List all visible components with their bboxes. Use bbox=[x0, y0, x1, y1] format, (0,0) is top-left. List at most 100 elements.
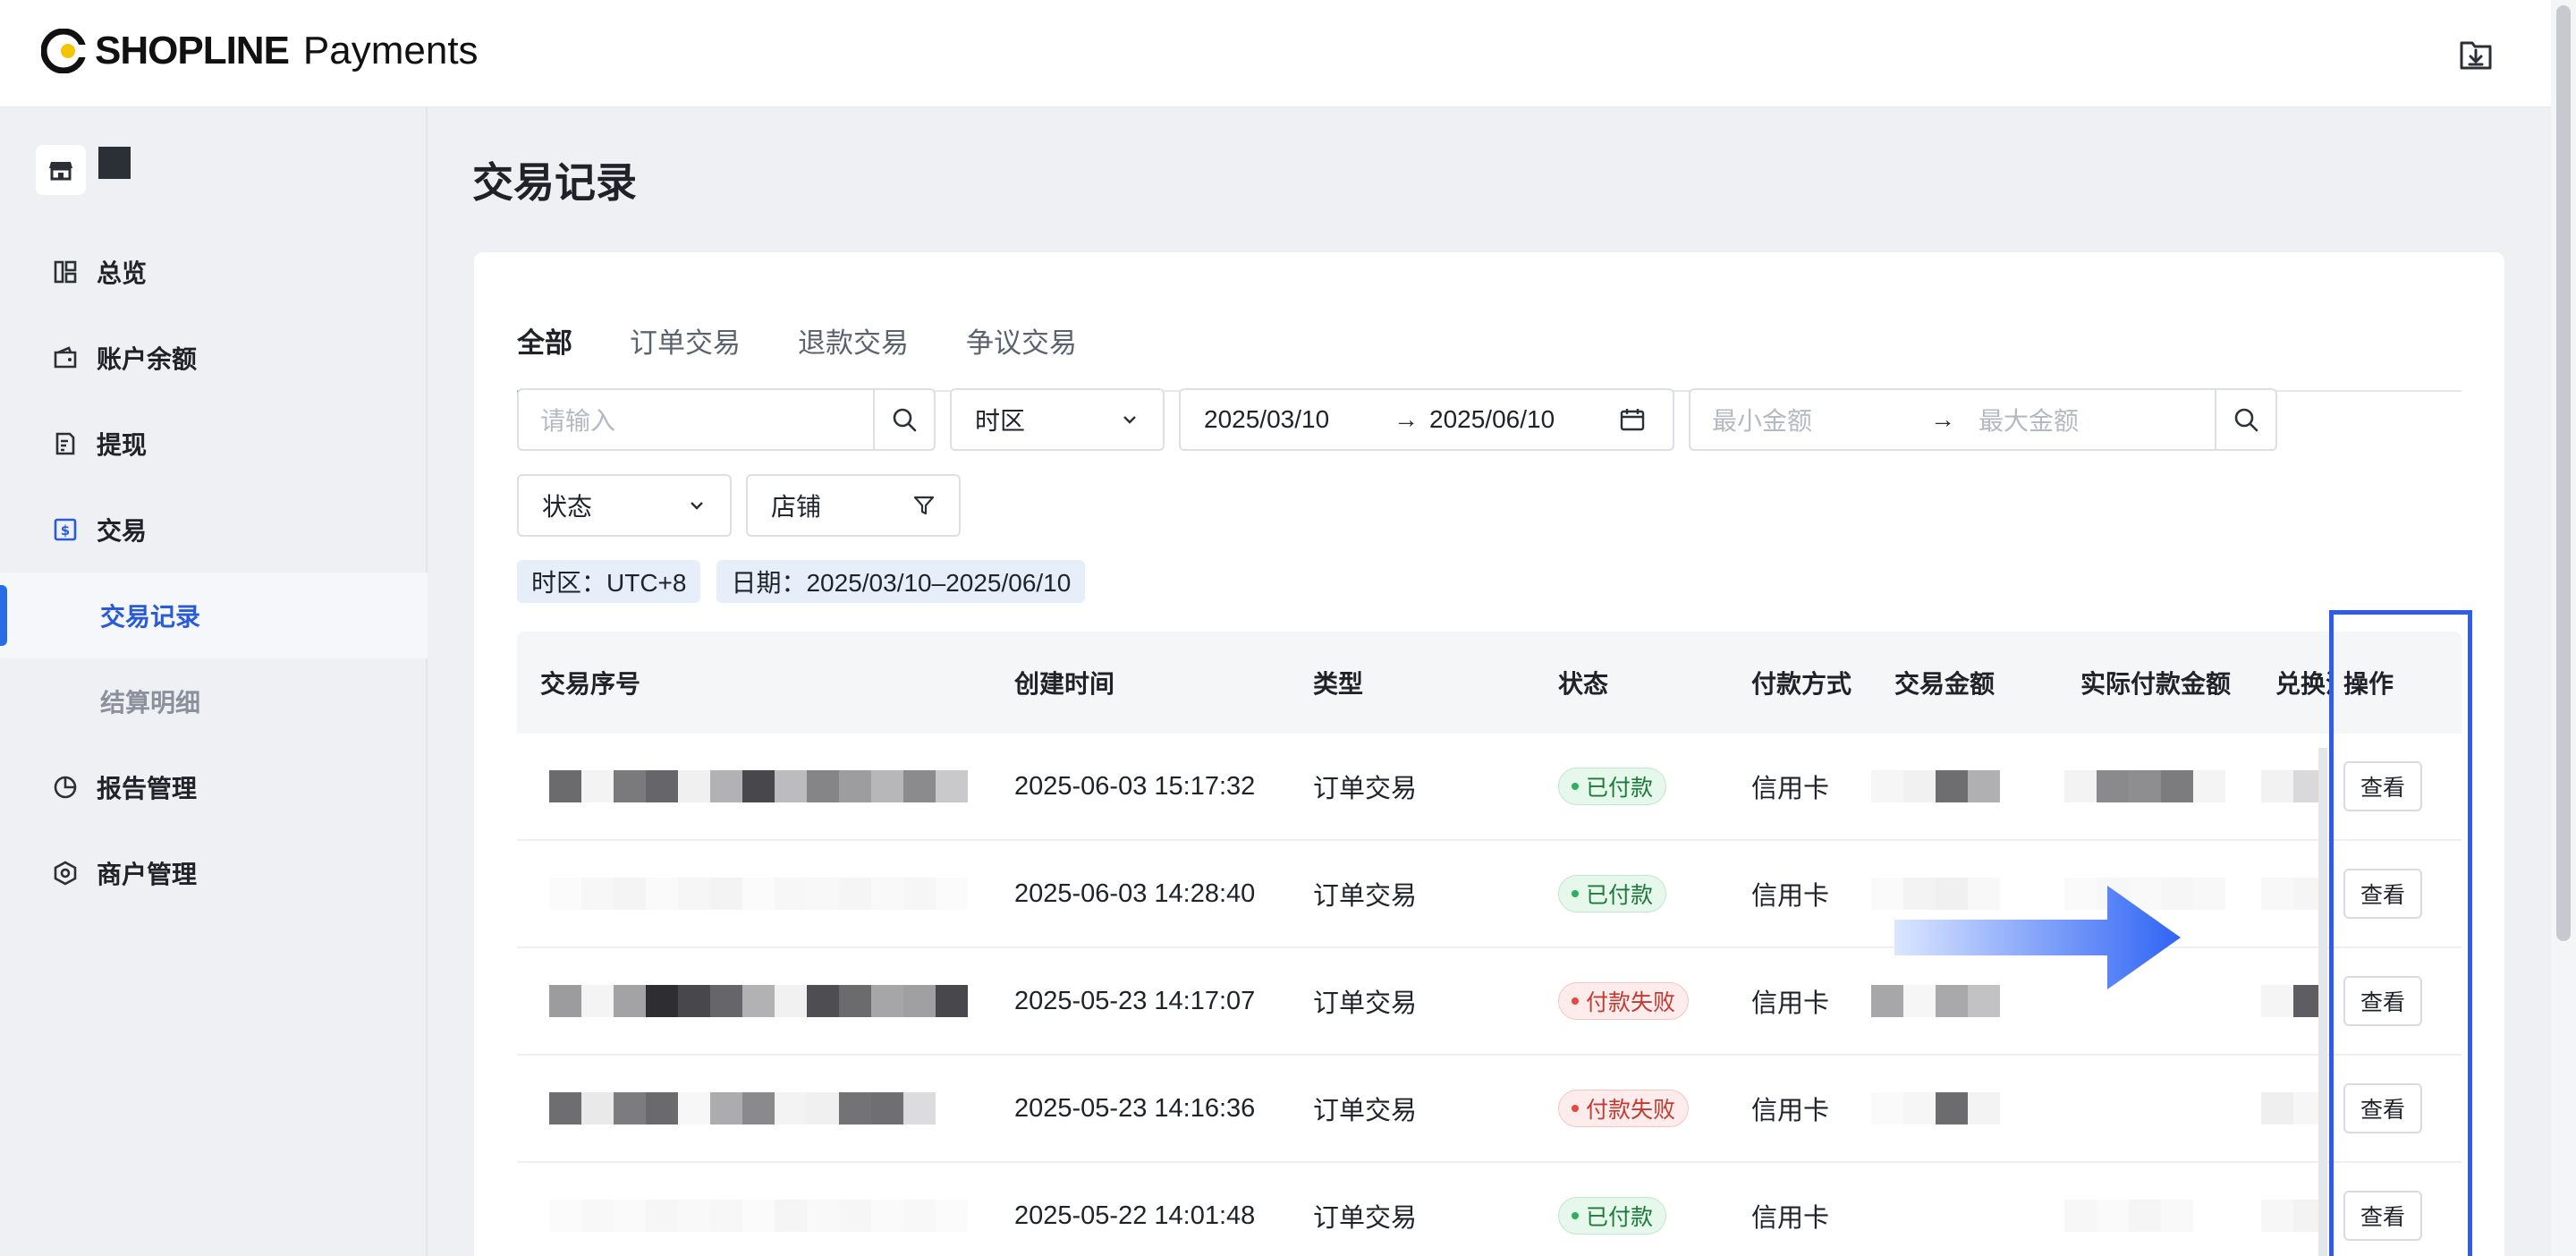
status-badge: 已付款 bbox=[1558, 1197, 1667, 1235]
search-field: 请输入 bbox=[517, 388, 936, 451]
sidebar-item-balance[interactable]: 账户余额 bbox=[0, 315, 428, 401]
tab-order-transactions[interactable]: 订单交易 bbox=[630, 284, 741, 392]
shopline-logo[interactable]: SHOPLINE Payments bbox=[41, 29, 479, 73]
sidebar-item-label: 结算明细 bbox=[100, 689, 201, 717]
amount-search-button[interactable] bbox=[2216, 390, 2275, 449]
max-amount-input[interactable]: 最大金额 bbox=[1979, 402, 2079, 437]
transaction-type: 订单交易 bbox=[1313, 775, 1418, 803]
timezone-select[interactable]: 时区 bbox=[950, 388, 1165, 451]
filter-chip-timezone[interactable]: 时区：UTC+8 bbox=[517, 560, 701, 603]
tab-refund-transactions[interactable]: 退款交易 bbox=[798, 284, 909, 392]
tab-all[interactable]: 全部 bbox=[517, 284, 572, 394]
serial-redacted bbox=[549, 985, 991, 1017]
page-title: 交易记录 bbox=[472, 159, 637, 206]
logo-brand-text: SHOPLINE bbox=[95, 29, 290, 72]
chevron-down-icon bbox=[691, 502, 703, 510]
transaction-type: 订单交易 bbox=[1313, 882, 1418, 911]
page-scrollbar-thumb[interactable] bbox=[2556, 5, 2571, 941]
store-name-redacted bbox=[98, 147, 131, 179]
timezone-select-label: 时区 bbox=[975, 407, 1026, 435]
sidebar-item-overview[interactable]: 总览 bbox=[0, 229, 428, 315]
sidebar-item-transactions[interactable]: $ 交易 bbox=[0, 487, 428, 573]
paid-amount-redacted bbox=[2064, 770, 2252, 802]
chevron-down-icon bbox=[1123, 416, 1136, 424]
sidebar-item-withdraw[interactable]: 提现 bbox=[0, 401, 428, 487]
status-badge: 付款失败 bbox=[1558, 982, 1690, 1020]
table-row: 2025-05-22 14:01:48 订单交易 已付款 信用卡 查看 bbox=[517, 1163, 2462, 1256]
sidebar-item-label: 提现 bbox=[97, 431, 148, 459]
tab-dispute-transactions[interactable]: 争议交易 bbox=[966, 284, 1077, 392]
sidebar-item-label: 账户余额 bbox=[97, 345, 198, 373]
search-button[interactable] bbox=[875, 390, 934, 449]
column-header-method: 付款方式 bbox=[1751, 670, 1852, 698]
sidebar-item-merchant[interactable]: 商户管理 bbox=[0, 830, 428, 916]
filter-chip-date[interactable]: 日期：2025/03/10–2025/06/10 bbox=[716, 560, 1086, 603]
amount-range-field: 最小金额 → 最大金额 bbox=[1689, 388, 2277, 451]
dollar-doc-icon: $ bbox=[52, 516, 79, 543]
calendar-icon bbox=[1620, 409, 1645, 431]
payment-method: 信用卡 bbox=[1751, 989, 1830, 1018]
sidebar-item-label: 商户管理 bbox=[97, 861, 198, 888]
serial-redacted bbox=[549, 1092, 991, 1124]
column-header-status: 状态 bbox=[1558, 670, 1609, 698]
date-range-picker[interactable]: 2025/03/10 → 2025/06/10 bbox=[1179, 388, 1674, 451]
hexagon-icon bbox=[52, 860, 79, 887]
table-row: 2025-05-23 14:16:36 订单交易 付款失败 信用卡 查看 bbox=[517, 1056, 2462, 1163]
table-header: 交易序号 创建时间 类型 状态 付款方式 交易金额 实际付款金额 兑换汇 操作 bbox=[517, 632, 2462, 734]
date-range-arrow: → bbox=[1394, 405, 1419, 433]
serial-redacted bbox=[549, 878, 991, 910]
created-time: 2025-05-22 14:01:48 bbox=[1014, 1201, 1256, 1230]
logo-product-text: Payments bbox=[302, 29, 479, 72]
store-icon bbox=[49, 162, 72, 181]
status-select-label: 状态 bbox=[542, 493, 593, 521]
store-avatar bbox=[36, 145, 86, 195]
sidebar-item-reports[interactable]: 报告管理 bbox=[0, 744, 428, 830]
min-amount-input[interactable]: 最小金额 bbox=[1712, 402, 1930, 437]
paid-amount-redacted bbox=[2064, 1200, 2252, 1232]
serial-redacted bbox=[549, 770, 991, 802]
filter-icon bbox=[913, 496, 935, 515]
store-filter[interactable]: 店铺 bbox=[746, 474, 961, 537]
pie-chart-icon bbox=[52, 774, 79, 801]
status-select[interactable]: 状态 bbox=[517, 474, 732, 537]
column-header-exchange: 兑换汇 bbox=[2275, 670, 2333, 698]
sidebar-item-label: 交易记录 bbox=[100, 603, 201, 631]
sidebar-nav: 总览 账户余额 提现 $ 交易 交易记录 结算明细 报告管理 商户管理 bbox=[0, 229, 428, 916]
payment-method: 信用卡 bbox=[1751, 882, 1830, 911]
table-column-scroll-indicator[interactable] bbox=[2318, 748, 2327, 1256]
sidebar-item-label: 交易 bbox=[97, 517, 148, 545]
sidebar-item-settlement-details[interactable]: 结算明细 bbox=[0, 658, 428, 744]
amount-range-arrow: → bbox=[1930, 405, 1955, 433]
wallet-icon bbox=[52, 344, 79, 371]
dashboard-icon bbox=[52, 259, 79, 285]
created-time: 2025-05-23 14:16:36 bbox=[1014, 1093, 1256, 1123]
table-row: 2025-06-03 15:17:32 订单交易 已付款 信用卡 查看 bbox=[517, 734, 2462, 841]
store-switcher[interactable] bbox=[36, 145, 131, 195]
top-header: SHOPLINE Payments bbox=[0, 0, 2551, 107]
created-time: 2025-06-03 14:28:40 bbox=[1014, 878, 1256, 908]
created-time: 2025-05-23 14:17:07 bbox=[1014, 986, 1256, 1015]
sidebar-item-label: 报告管理 bbox=[97, 775, 198, 802]
column-header-paid-amount: 实际付款金额 bbox=[2080, 670, 2232, 698]
transaction-tabs: 全部 订单交易 退款交易 争议交易 bbox=[517, 284, 2462, 394]
date-to-input[interactable]: 2025/06/10 bbox=[1429, 405, 1619, 434]
amount-redacted bbox=[1871, 985, 2057, 1017]
shopline-logo-icon bbox=[41, 29, 86, 73]
serial-redacted bbox=[549, 1200, 991, 1232]
date-from-input[interactable]: 2025/03/10 bbox=[1204, 405, 1394, 434]
amount-redacted bbox=[1871, 770, 2057, 802]
search-input[interactable]: 请输入 bbox=[540, 402, 615, 437]
transaction-type: 订单交易 bbox=[1313, 1097, 1418, 1125]
amount-redacted bbox=[1871, 1092, 2057, 1124]
column-header-created: 创建时间 bbox=[1014, 670, 1115, 698]
search-icon bbox=[2234, 408, 2258, 432]
active-filter-chips: 时区：UTC+8 日期：2025/03/10–2025/06/10 bbox=[517, 560, 1086, 603]
download-button[interactable] bbox=[2456, 34, 2496, 73]
download-box-icon bbox=[2460, 41, 2492, 70]
column-header-type: 类型 bbox=[1313, 670, 1364, 698]
store-filter-label: 店铺 bbox=[771, 493, 822, 521]
sidebar-item-transaction-records[interactable]: 交易记录 bbox=[0, 573, 428, 658]
payment-method: 信用卡 bbox=[1751, 1097, 1830, 1125]
payment-method: 信用卡 bbox=[1751, 775, 1830, 803]
column-header-amount: 交易金额 bbox=[1894, 670, 1996, 698]
